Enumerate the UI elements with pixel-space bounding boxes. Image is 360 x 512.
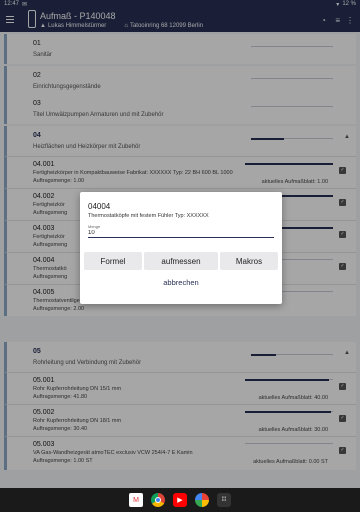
- cancel-button[interactable]: abbrechen: [80, 278, 282, 287]
- measure-button[interactable]: aufmessen: [144, 252, 218, 270]
- chrome-icon[interactable]: [151, 493, 165, 507]
- gmail-icon[interactable]: M: [129, 493, 143, 507]
- dialog-item-description: Thermostatköpfe mit festem Fühler Typ: X…: [88, 213, 209, 219]
- quantity-dialog: 04004 Thermostatköpfe mit festem Fühler …: [80, 192, 282, 304]
- quantity-input[interactable]: [88, 228, 274, 238]
- apps-icon[interactable]: ⁞⁞⁞: [217, 493, 231, 507]
- macros-button[interactable]: Makros: [220, 252, 278, 270]
- youtube-icon[interactable]: ▶: [173, 493, 187, 507]
- taskbar: M ▶ ⁞⁞⁞: [0, 488, 360, 512]
- formula-button[interactable]: Formel: [84, 252, 142, 270]
- photos-icon[interactable]: [195, 493, 209, 507]
- dialog-item-number: 04004: [88, 202, 111, 211]
